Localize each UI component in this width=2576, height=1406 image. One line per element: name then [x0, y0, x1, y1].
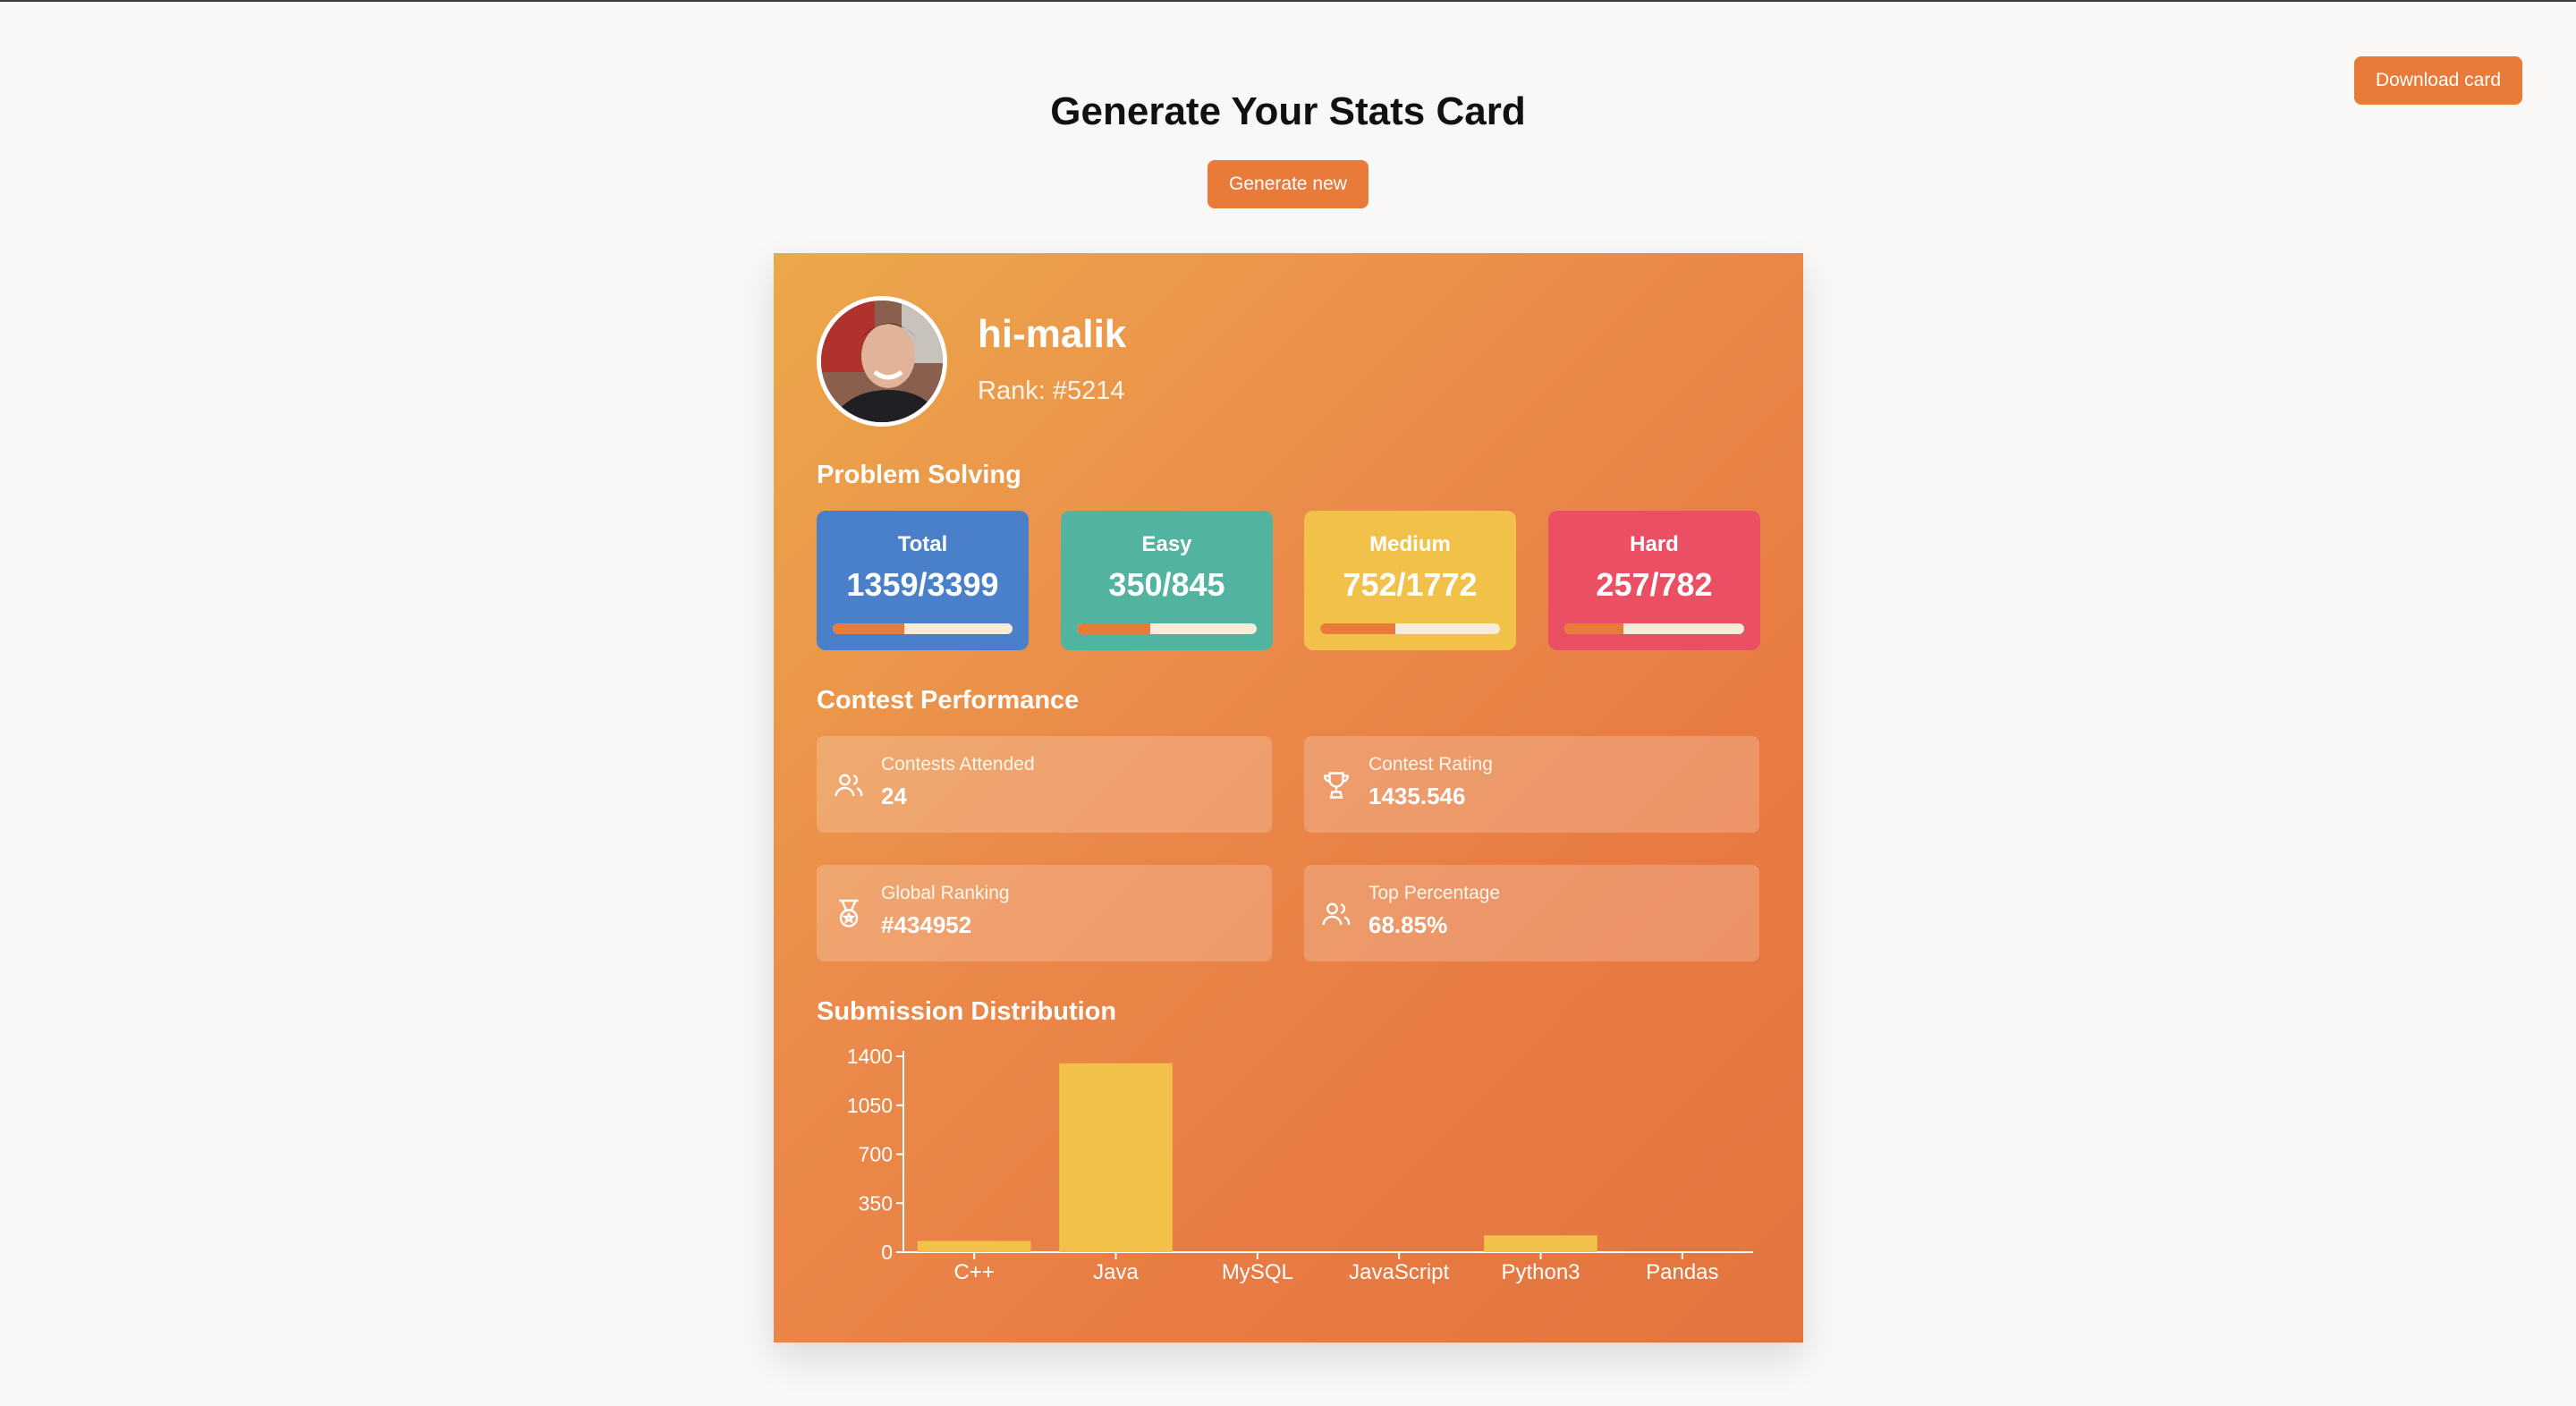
y-tick-label: 700 [859, 1143, 893, 1166]
submission-chart: 0 350 700 1050 1400 C++ Java MySQL JavaScript Pyt… [847, 1045, 1753, 1284]
x-tick-label: C++ [953, 1260, 994, 1284]
generate-new-button[interactable]: Generate new [1208, 160, 1368, 208]
x-tick-label: MySQL [1222, 1260, 1293, 1284]
bar [1484, 1235, 1597, 1252]
page-title: Generate Your Stats Card [1050, 89, 1526, 133]
stats-card: hi-malik Rank: #5214 Problem Solving Tot… [774, 253, 1803, 1342]
bar [917, 1241, 1031, 1252]
y-tick-label: 0 [881, 1241, 893, 1264]
x-tick-label: Pandas [1646, 1260, 1718, 1284]
y-tick-label: 350 [859, 1191, 893, 1215]
x-tick-label: Java [1093, 1260, 1139, 1284]
download-card-button[interactable]: Download card [2354, 56, 2522, 105]
y-tick-label: 1050 [847, 1094, 893, 1117]
x-tick-label: JavaScript [1349, 1260, 1449, 1284]
x-tick-label: Python3 [1501, 1260, 1580, 1284]
bar [1059, 1063, 1173, 1252]
y-tick-label: 1400 [847, 1045, 893, 1068]
